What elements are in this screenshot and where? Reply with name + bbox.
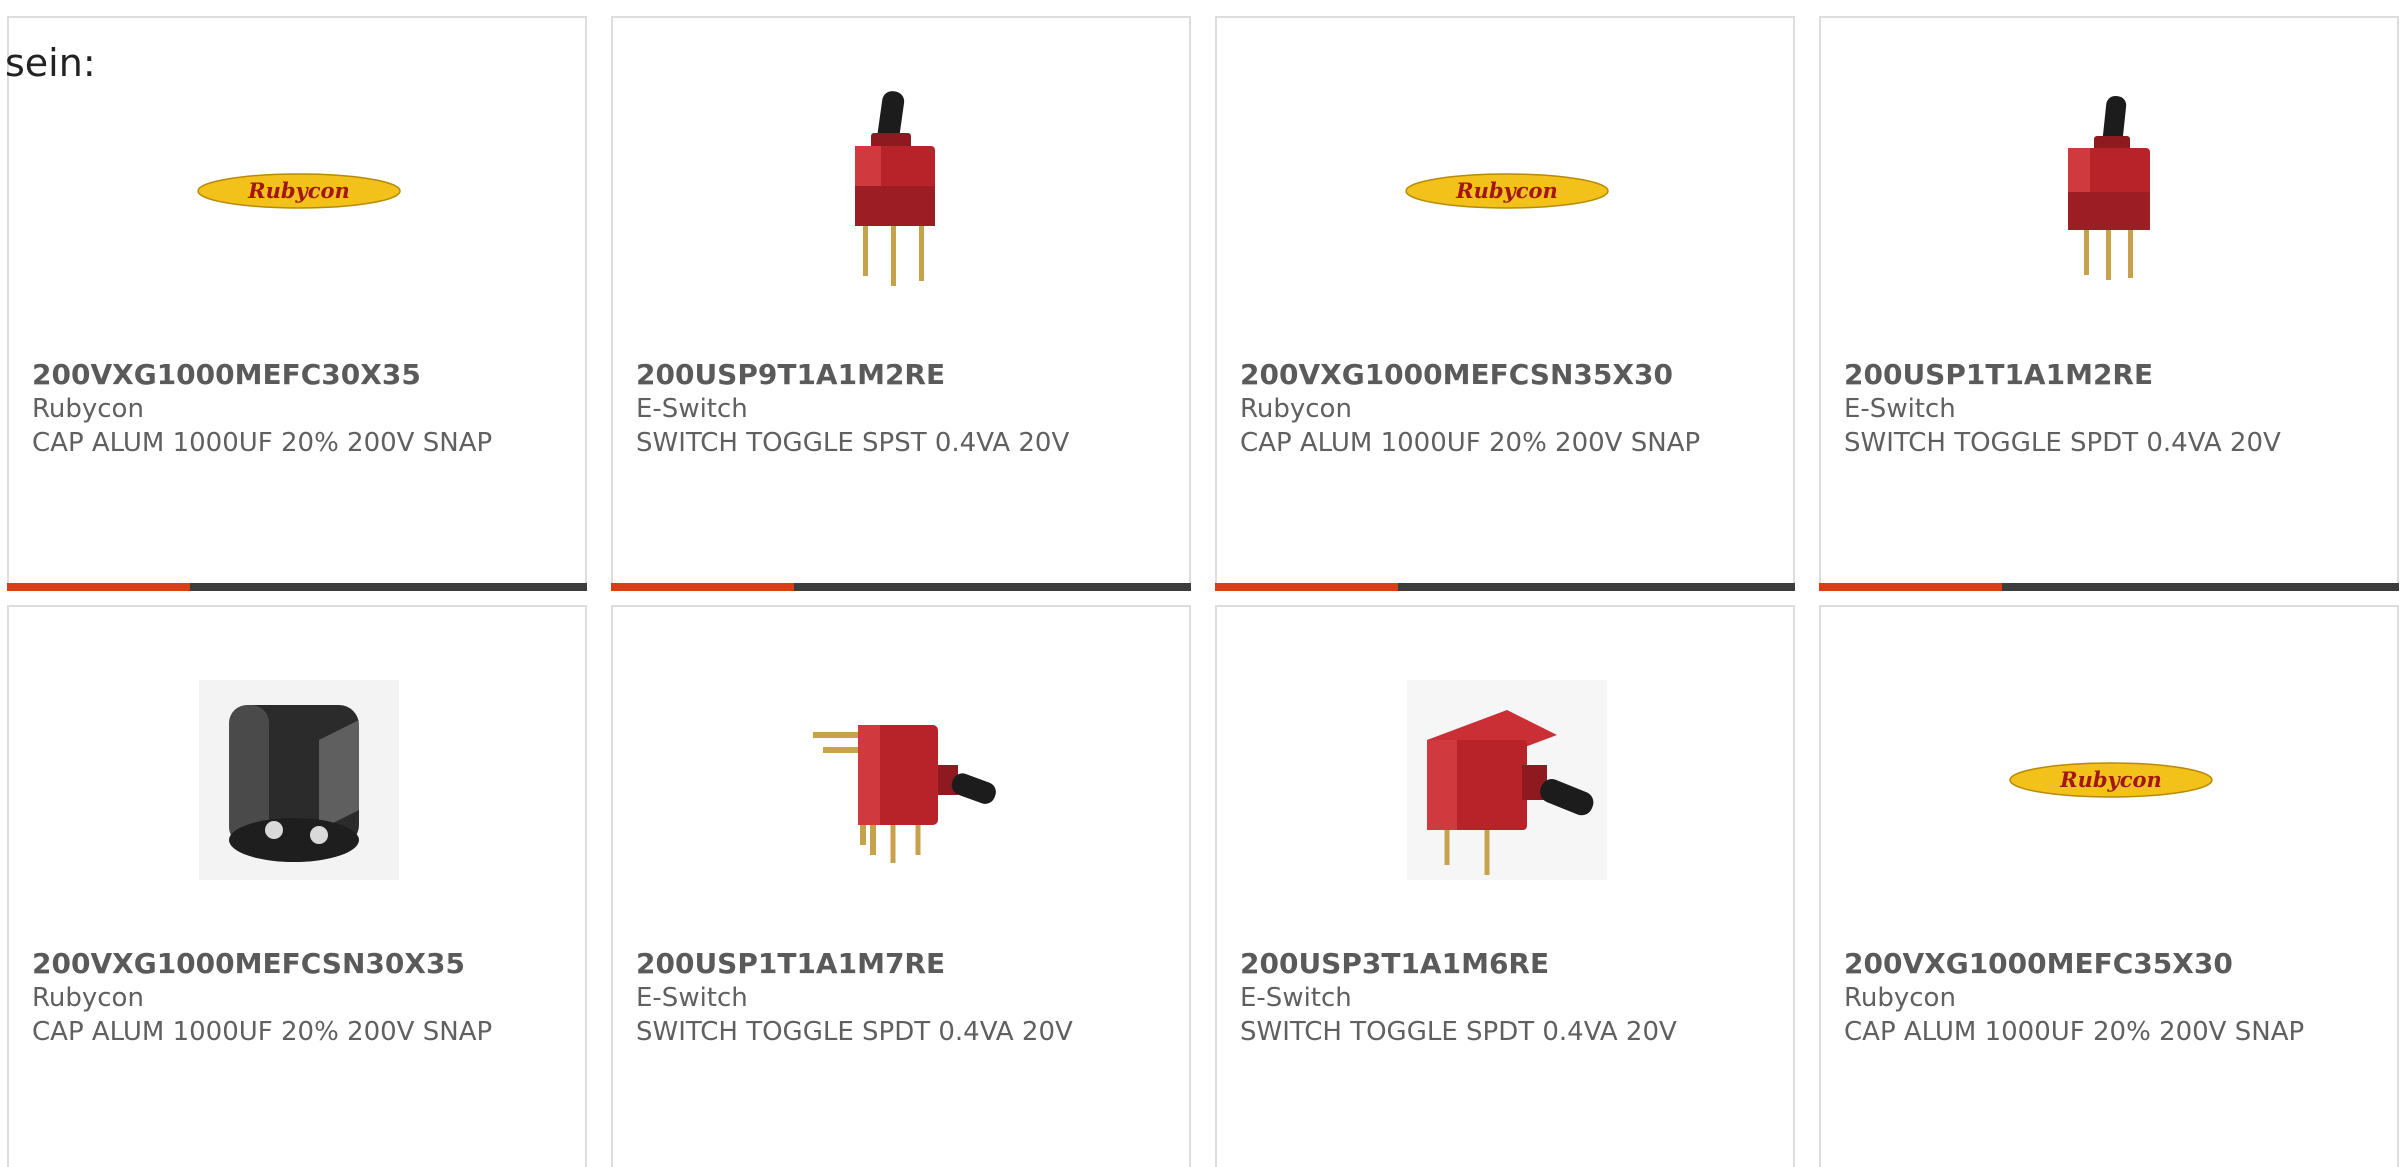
- manufacturer: E-Switch: [1240, 983, 1352, 1013]
- manufacturer: E-Switch: [1844, 394, 1956, 424]
- product-info: 200VXG1000MEFC35X30 Rubycon CAP ALUM 100…: [1844, 947, 2364, 1049]
- card-accent-bar: [1215, 583, 1398, 591]
- product-info: 200USP1T1A1M7RE E-Switch SWITCH TOGGLE S…: [636, 947, 1156, 1049]
- part-number-link[interactable]: 200USP1T1A1M2RE: [1844, 358, 2364, 392]
- description: CAP ALUM 1000UF 20% 200V SNAP: [1844, 1017, 2305, 1047]
- svg-text:Rubycon: Rubycon: [1455, 178, 1558, 203]
- description: SWITCH TOGGLE SPDT 0.4VA 20V: [1240, 1017, 1677, 1047]
- part-number-link[interactable]: 200VXG1000MEFC35X30: [1844, 947, 2364, 981]
- part-number-link[interactable]: 200VXG1000MEFC30X35: [32, 358, 552, 392]
- card-bottom-bar: [611, 583, 1191, 591]
- description: CAP ALUM 1000UF 20% 200V SNAP: [32, 428, 493, 458]
- product-grid-page: sein: Rubycon 200VXG1000MEFC30X35 Rubyco…: [0, 0, 2400, 1167]
- toggle-switch-right-angle-icon: [797, 672, 1009, 887]
- toggle-switch-right-angle-icon: [1401, 672, 1613, 887]
- product-card[interactable]: 200USP9T1A1M2RE E-Switch SWITCH TOGGLE S…: [611, 16, 1191, 591]
- part-number-link[interactable]: 200USP9T1A1M2RE: [636, 358, 1156, 392]
- description: CAP ALUM 1000UF 20% 200V SNAP: [1240, 428, 1701, 458]
- manufacturer: Rubycon: [1240, 394, 1352, 424]
- product-card[interactable]: 200USP1T1A1M2RE E-Switch SWITCH TOGGLE S…: [1819, 16, 2399, 591]
- card-bottom-bar: [1215, 583, 1795, 591]
- product-card[interactable]: Rubycon 200VXG1000MEFCSN35X30 Rubycon CA…: [1215, 16, 1795, 591]
- card-accent-bar: [611, 583, 794, 591]
- part-number-link[interactable]: 200VXG1000MEFCSN35X30: [1240, 358, 1760, 392]
- toggle-switch-vertical-icon: [797, 83, 1009, 298]
- product-card[interactable]: 200USP3T1A1M6RE E-Switch SWITCH TOGGLE S…: [1215, 605, 1795, 1167]
- description: SWITCH TOGGLE SPST 0.4VA 20V: [636, 428, 1070, 458]
- rubycon-logo-icon: Rubycon: [193, 83, 405, 298]
- product-info: 200USP1T1A1M2RE E-Switch SWITCH TOGGLE S…: [1844, 358, 2364, 460]
- svg-text:Rubycon: Rubycon: [247, 178, 350, 203]
- product-card[interactable]: Rubycon 200VXG1000MEFC30X35 Rubycon CAP …: [7, 16, 587, 591]
- product-info: 200VXG1000MEFCSN30X35 Rubycon CAP ALUM 1…: [32, 947, 552, 1049]
- card-bottom-bar: [7, 583, 587, 591]
- part-number-link[interactable]: 200USP1T1A1M7RE: [636, 947, 1156, 981]
- capacitor-snap-in-icon: [193, 672, 405, 887]
- card-accent-bar: [7, 583, 190, 591]
- part-number-link[interactable]: 200USP3T1A1M6RE: [1240, 947, 1760, 981]
- manufacturer: E-Switch: [636, 983, 748, 1013]
- product-card[interactable]: 200VXG1000MEFCSN30X35 Rubycon CAP ALUM 1…: [7, 605, 587, 1167]
- description: SWITCH TOGGLE SPDT 0.4VA 20V: [1844, 428, 2281, 458]
- intro-text: sein:: [5, 41, 96, 85]
- card-bottom-bar: [1819, 583, 2399, 591]
- product-info: 200VXG1000MEFCSN35X30 Rubycon CAP ALUM 1…: [1240, 358, 1760, 460]
- part-number-link[interactable]: 200VXG1000MEFCSN30X35: [32, 947, 552, 981]
- manufacturer: Rubycon: [1844, 983, 1956, 1013]
- description: CAP ALUM 1000UF 20% 200V SNAP: [32, 1017, 493, 1047]
- product-info: 200VXG1000MEFC30X35 Rubycon CAP ALUM 100…: [32, 358, 552, 460]
- manufacturer: E-Switch: [636, 394, 748, 424]
- card-accent-bar: [1819, 583, 2002, 591]
- toggle-switch-vertical-icon: [2005, 83, 2217, 298]
- product-info: 200USP9T1A1M2RE E-Switch SWITCH TOGGLE S…: [636, 358, 1156, 460]
- product-card[interactable]: Rubycon 200VXG1000MEFC35X30 Rubycon CAP …: [1819, 605, 2399, 1167]
- manufacturer: Rubycon: [32, 983, 144, 1013]
- manufacturer: Rubycon: [32, 394, 144, 424]
- rubycon-logo-icon: Rubycon: [1401, 83, 1613, 298]
- product-card[interactable]: 200USP1T1A1M7RE E-Switch SWITCH TOGGLE S…: [611, 605, 1191, 1167]
- description: SWITCH TOGGLE SPDT 0.4VA 20V: [636, 1017, 1073, 1047]
- svg-text:Rubycon: Rubycon: [2059, 767, 2162, 792]
- product-info: 200USP3T1A1M6RE E-Switch SWITCH TOGGLE S…: [1240, 947, 1760, 1049]
- rubycon-logo-icon: Rubycon: [2005, 672, 2217, 887]
